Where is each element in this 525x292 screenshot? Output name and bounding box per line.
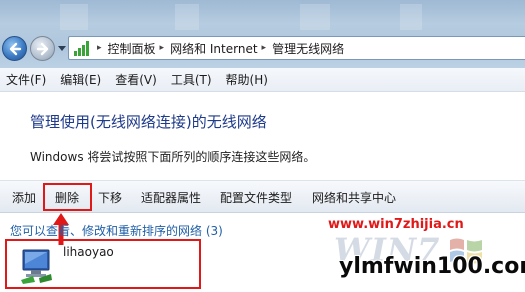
watermark-url: www.win7zhijia.cn — [328, 217, 464, 232]
move-down-button[interactable]: 下移 — [98, 189, 122, 206]
page-title: 管理使用(无线网络连接)的无线网络 — [30, 113, 267, 131]
menu-view[interactable]: 查看(V) — [108, 71, 164, 88]
command-toolbar: 添加 删除 下移 适配器属性 配置文件类型 网络和共享中心 — [0, 180, 525, 213]
breadcrumb-network-internet[interactable]: 网络和 Internet — [170, 40, 257, 57]
wireless-computer-icon — [21, 249, 52, 284]
title-bar: ▸ 控制面板 ▸ 网络和 Internet ▸ 管理无线网络 — [0, 0, 525, 68]
network-name: lihaoyao — [63, 245, 114, 259]
breadcrumb-manage-wireless[interactable]: 管理无线网络 — [272, 40, 344, 57]
menu-file[interactable]: 文件(F) — [0, 71, 53, 88]
delete-button[interactable]: 删除 — [55, 189, 79, 206]
main-content: 管理使用(无线网络连接)的无线网络 Windows 将尝试按照下面所列的顺序连接… — [0, 93, 525, 292]
back-button[interactable] — [2, 36, 27, 61]
blurred-background — [400, 4, 422, 30]
page-description: Windows 将尝试按照下面所列的顺序连接这些网络。 — [30, 150, 316, 164]
address-bar[interactable]: ▸ 控制面板 ▸ 网络和 Internet ▸ 管理无线网络 — [68, 36, 525, 60]
menu-help[interactable]: 帮助(H) — [219, 71, 275, 88]
blurred-background — [175, 4, 199, 30]
wireless-network-item[interactable]: lihaoyao — [5, 239, 201, 289]
arrow-right-icon — [36, 42, 49, 56]
add-button[interactable]: 添加 — [12, 189, 36, 206]
blurred-background — [60, 4, 88, 30]
forward-button[interactable] — [30, 36, 55, 61]
network-list-hint: 您可以查看、修改和重新排序的网络 (3) — [10, 224, 223, 238]
recent-pages-dropdown-icon[interactable] — [58, 46, 66, 52]
breadcrumb-separator[interactable]: ▸ — [262, 43, 267, 53]
breadcrumb-separator[interactable]: ▸ — [97, 43, 102, 53]
adapter-properties-button[interactable]: 适配器属性 — [141, 189, 201, 206]
menu-bar: 文件(F) 编辑(E) 查看(V) 工具(T) 帮助(H) — [0, 68, 525, 92]
menu-tools[interactable]: 工具(T) — [164, 71, 219, 88]
site-watermark: ylmfwin100.com — [339, 254, 525, 279]
breadcrumb-control-panel[interactable]: 控制面板 — [108, 40, 156, 57]
breadcrumb-separator[interactable]: ▸ — [160, 43, 165, 53]
network-signal-icon — [73, 39, 91, 57]
profile-types-button[interactable]: 配置文件类型 — [220, 189, 292, 206]
network-sharing-center-button[interactable]: 网络和共享中心 — [312, 189, 396, 206]
arrow-left-icon — [9, 42, 22, 56]
blurred-background — [300, 4, 330, 30]
menu-edit[interactable]: 编辑(E) — [53, 71, 108, 88]
